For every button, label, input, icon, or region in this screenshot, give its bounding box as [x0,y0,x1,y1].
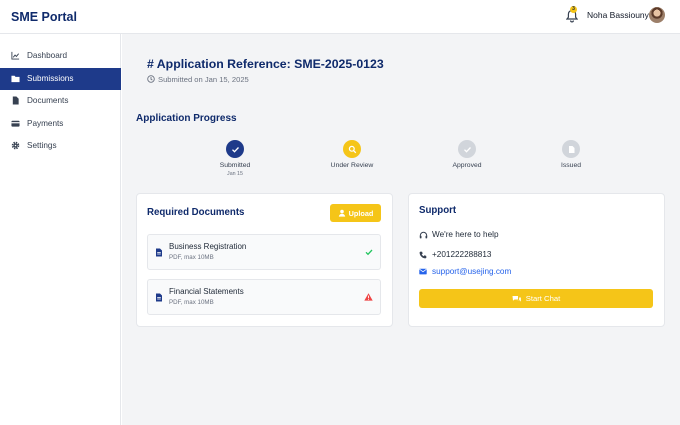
chat-icon [512,295,521,302]
search-icon [343,140,361,158]
documents-title: Required Documents [147,207,245,218]
step-label: Submitted [219,162,251,169]
sidebar-item-settings[interactable]: Settings [0,135,121,157]
folder-icon [11,75,20,83]
sidebar: Dashboard Submissions Documents Payments… [0,34,121,425]
progress-step-issued: Issued [531,140,611,169]
phone-icon [419,251,427,259]
warning-icon [364,293,373,301]
step-label: Approved [452,162,482,169]
support-title: Support [419,205,457,216]
start-chat-button[interactable]: Start Chat [419,289,653,308]
progress-step-under-review: Under Review [312,140,392,169]
sidebar-item-label: Dashboard [27,51,68,60]
app-title[interactable]: SME Portal [11,10,77,24]
document-row-business-registration[interactable]: Business Registration PDF, max 10MB [147,234,381,270]
submitted-date-text: Submitted on Jan 15, 2025 [158,75,249,84]
step-label: Under Review [330,162,374,169]
file-pdf-icon [156,293,162,302]
top-bar: SME Portal 3 Noha Bassiouny [0,0,680,34]
step-label: Issued [560,162,582,169]
progress-step-approved: Approved [427,140,507,169]
support-phone-text: +201222288813 [432,250,492,259]
upload-label: Upload [348,208,374,218]
sidebar-item-label: Submissions [27,74,74,83]
user-icon [338,209,345,217]
notification-badge: 3 [570,6,577,13]
credit-card-icon [11,120,20,127]
sidebar-item-payments[interactable]: Payments [0,113,121,135]
upload-button[interactable]: Upload [330,204,381,222]
step-date: Jan 15 [227,171,243,177]
check-icon [458,140,476,158]
document-icon [562,140,580,158]
submitted-date: Submitted on Jan 15, 2025 [147,75,249,84]
document-name: Financial Statements [169,287,244,296]
envelope-icon [419,268,427,275]
document-meta: PDF, max 10MB [169,299,214,306]
gear-icon [11,141,20,150]
sidebar-item-dashboard[interactable]: Dashboard [0,45,121,67]
avatar[interactable] [649,7,665,23]
sidebar-item-label: Documents [27,96,69,105]
document-name: Business Registration [169,242,247,251]
file-pdf-icon [156,248,162,257]
user-name[interactable]: Noha Bassiouny [587,10,649,20]
sidebar-item-submissions[interactable]: Submissions [0,68,121,90]
file-icon [12,96,19,105]
start-chat-label: Start Chat [525,294,561,303]
support-email-link[interactable]: support@usejing.com [432,267,511,276]
headset-icon [419,231,428,239]
check-icon [365,249,373,256]
document-meta: PDF, max 10MB [169,254,214,261]
document-row-financial-statements[interactable]: Financial Statements PDF, max 10MB [147,279,381,315]
clock-icon [147,75,155,83]
sidebar-item-label: Payments [27,119,64,128]
sidebar-item-label: Settings [27,141,57,150]
chart-line-icon [11,51,20,60]
progress-step-submitted: Submitted Jan 15 [195,140,275,177]
support-help-text: We're here to help [432,230,499,239]
page-title: # Application Reference: SME-2025-0123 [147,57,384,71]
check-icon [226,140,244,158]
sidebar-item-documents[interactable]: Documents [0,90,121,112]
progress-title: Application Progress [136,113,237,124]
